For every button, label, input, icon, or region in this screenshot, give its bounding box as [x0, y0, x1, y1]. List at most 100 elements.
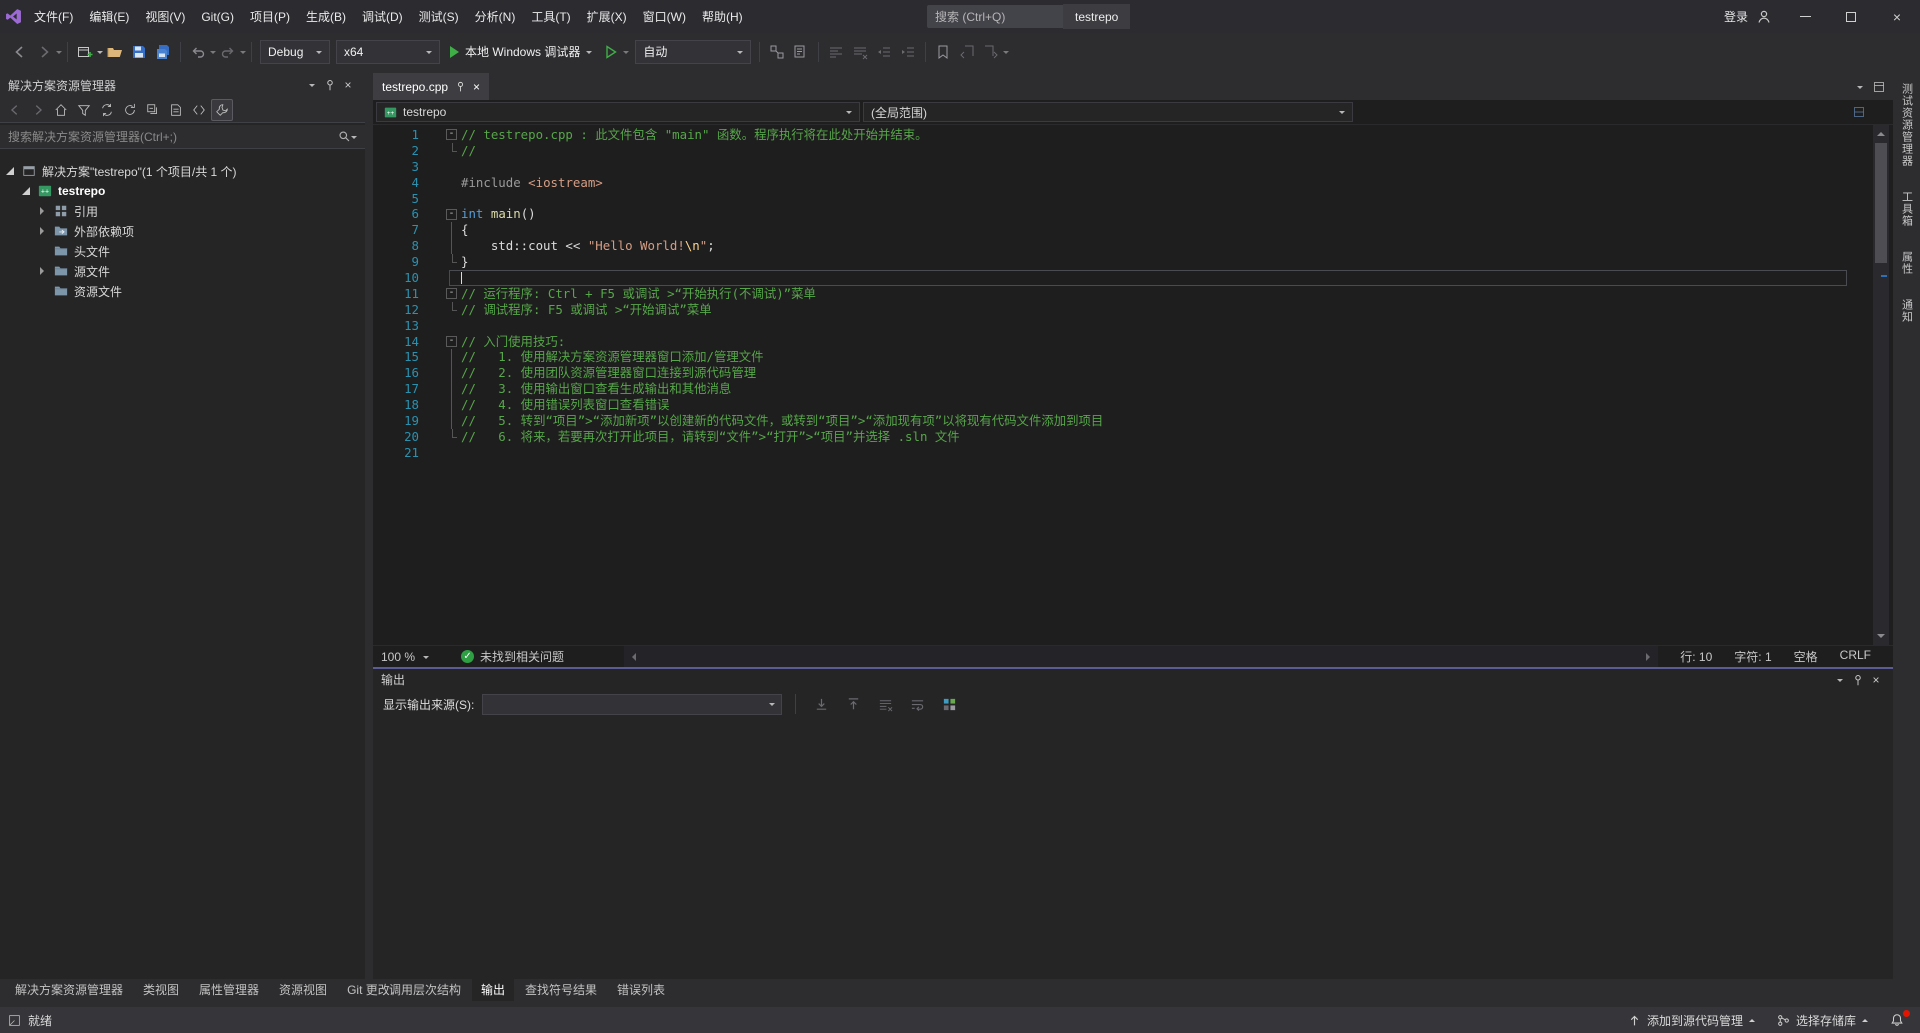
clear-all-icon[interactable]: [873, 692, 897, 716]
navigation-history-dropdown-icon[interactable]: [56, 51, 62, 57]
scope-dropdown[interactable]: (全局范围): [863, 102, 1353, 122]
menu-item-11[interactable]: 扩展(X): [579, 0, 635, 33]
decrease-indent-icon[interactable]: [872, 40, 896, 64]
previous-message-icon[interactable]: [841, 692, 865, 716]
save-all-button[interactable]: [151, 40, 175, 64]
code-line-8[interactable]: 8 std::cout << "Hello World!\n";: [373, 238, 1873, 254]
code-line-17[interactable]: 17// 3. 使用输出窗口查看生成输出和其他消息: [373, 381, 1873, 397]
tree-item-2[interactable]: 外部依赖项: [0, 221, 365, 241]
code-editor[interactable]: 1-// testrepo.cpp : 此文件包含 "main" 函数。程序执行…: [373, 125, 1893, 645]
code-line-13[interactable]: 13: [373, 318, 1873, 334]
expander-icon[interactable]: [36, 267, 48, 275]
menu-item-6[interactable]: 生成(B): [298, 0, 354, 33]
tree-item-1[interactable]: 引用: [0, 201, 365, 221]
tool-tab-调用层次结构[interactable]: 调用层次结构: [380, 978, 470, 1001]
scroll-down-icon[interactable]: [1873, 631, 1889, 645]
right-dock-tab-2[interactable]: 工具箱: [1899, 187, 1915, 231]
right-dock-tab-3[interactable]: 属性: [1899, 247, 1915, 279]
tree-item-project[interactable]: ++testrepo: [0, 181, 365, 201]
solution-explorer-search-input[interactable]: 搜索解决方案资源管理器(Ctrl+;): [0, 125, 365, 149]
eol-indicator[interactable]: CRLF: [1840, 648, 1871, 665]
select-repository-button[interactable]: 选择存储库: [1769, 1007, 1876, 1033]
minimize-button[interactable]: [1782, 0, 1828, 33]
code-line-16[interactable]: 16// 2. 使用团队资源管理器窗口连接到源代码管理: [373, 365, 1873, 381]
window-position-dropdown-icon[interactable]: [1831, 671, 1849, 689]
window-position-dropdown-icon[interactable]: [303, 76, 321, 94]
fold-collapse-icon[interactable]: -: [446, 336, 457, 347]
code-line-21[interactable]: 21: [373, 445, 1873, 461]
solution-platform-dropdown[interactable]: x64: [336, 40, 440, 64]
menu-item-8[interactable]: 测试(S): [411, 0, 467, 33]
tool-tab-资源视图[interactable]: 资源视图: [270, 978, 336, 1001]
output-content[interactable]: [373, 718, 1893, 979]
goto-message-icon[interactable]: [809, 692, 833, 716]
se-forward-icon[interactable]: [27, 99, 49, 121]
search-options-icon[interactable]: [351, 136, 357, 142]
document-health-indicator[interactable]: ✓ 未找到相关问题: [461, 648, 564, 665]
code-line-11[interactable]: 11-// 运行程序: Ctrl + F5 或调试 >“开始执行(不调试)”菜单: [373, 286, 1873, 302]
expander-icon[interactable]: [20, 187, 32, 195]
tool-tab-错误列表[interactable]: 错误列表: [608, 978, 674, 1001]
tool-tab-输出[interactable]: 输出: [472, 978, 514, 1001]
code-line-19[interactable]: 19// 5. 转到“项目”>“添加新项”以创建新的代码文件，或转到“项目”>“…: [373, 413, 1873, 429]
tool-tab-类视图[interactable]: 类视图: [134, 978, 188, 1001]
code-line-7[interactable]: 7{: [373, 222, 1873, 238]
fold-collapse-icon[interactable]: -: [446, 209, 457, 220]
close-icon[interactable]: ×: [473, 80, 480, 94]
se-properties-icon[interactable]: [211, 99, 233, 121]
column-indicator[interactable]: 字符: 1: [1734, 648, 1771, 665]
code-line-2[interactable]: 2//: [373, 143, 1873, 159]
code-line-14[interactable]: 14-// 入门使用技巧:: [373, 334, 1873, 350]
pin-icon[interactable]: [1849, 671, 1867, 689]
run-options-dropdown-icon[interactable]: [623, 51, 629, 57]
right-dock-tab-1[interactable]: 测试资源管理器: [1899, 79, 1915, 171]
background-tasks-icon[interactable]: [8, 1014, 21, 1027]
add-to-source-control-button[interactable]: 添加到源代码管理: [1620, 1007, 1763, 1033]
se-show-all-files-icon[interactable]: [165, 99, 187, 121]
uncomment-lines-icon[interactable]: [848, 40, 872, 64]
open-file-button[interactable]: [103, 40, 127, 64]
editor-window-options-icon[interactable]: [1873, 81, 1885, 93]
menu-item-7[interactable]: 调试(D): [354, 0, 411, 33]
solution-explorer-header[interactable]: 解决方案资源管理器 ×: [0, 73, 365, 97]
attach-to-process-icon[interactable]: [765, 40, 789, 64]
tree-item-4[interactable]: 源文件: [0, 261, 365, 281]
code-line-18[interactable]: 18// 4. 使用错误列表窗口查看错误: [373, 397, 1873, 413]
solution-configuration-dropdown[interactable]: Debug: [260, 40, 330, 64]
se-home-icon[interactable]: [50, 99, 72, 121]
word-wrap-icon[interactable]: [905, 692, 929, 716]
menu-item-4[interactable]: Git(G): [193, 0, 242, 33]
close-icon[interactable]: ×: [339, 76, 357, 94]
active-files-dropdown-icon[interactable]: [1857, 86, 1863, 92]
maximize-button[interactable]: [1828, 0, 1874, 33]
vertical-scrollbar[interactable]: [1873, 125, 1889, 645]
start-debugging-button[interactable]: 本地 Windows 调试器: [443, 40, 599, 64]
menu-item-2[interactable]: 编辑(E): [81, 0, 137, 33]
redo-button[interactable]: [216, 40, 240, 64]
se-view-code-icon[interactable]: [188, 99, 210, 121]
line-indicator[interactable]: 行: 10: [1680, 648, 1712, 665]
undo-button[interactable]: [186, 40, 210, 64]
spaces-indicator[interactable]: 空格: [1794, 648, 1818, 665]
pin-icon[interactable]: [321, 76, 339, 94]
code-line-1[interactable]: 1-// testrepo.cpp : 此文件包含 "main" 函数。程序执行…: [373, 127, 1873, 143]
watch-mode-dropdown[interactable]: 自动: [635, 40, 751, 64]
menu-item-9[interactable]: 分析(N): [467, 0, 524, 33]
user-profile-icon[interactable]: [1754, 9, 1782, 25]
code-line-4[interactable]: 4#include <iostream>: [373, 175, 1873, 191]
toolbar-overflow-icon[interactable]: [1003, 51, 1009, 57]
toggle-timestamps-icon[interactable]: [937, 692, 961, 716]
expander-icon[interactable]: [36, 227, 48, 235]
previous-bookmark-icon[interactable]: [955, 40, 979, 64]
fold-collapse-icon[interactable]: -: [446, 129, 457, 140]
close-button[interactable]: ×: [1874, 0, 1920, 33]
tool-tab-解决方案资源管理器[interactable]: 解决方案资源管理器: [6, 978, 132, 1001]
se-filter-icon[interactable]: [73, 99, 95, 121]
pin-icon[interactable]: [455, 81, 466, 92]
notifications-button[interactable]: [1882, 1007, 1912, 1033]
navigate-forward-button[interactable]: [32, 40, 56, 64]
start-without-debugging-button[interactable]: [599, 40, 623, 64]
code-line-12[interactable]: 12// 调试程序: F5 或调试 >“开始调试”菜单: [373, 302, 1873, 318]
close-icon[interactable]: ×: [1867, 671, 1885, 689]
code-line-3[interactable]: 3: [373, 159, 1873, 175]
